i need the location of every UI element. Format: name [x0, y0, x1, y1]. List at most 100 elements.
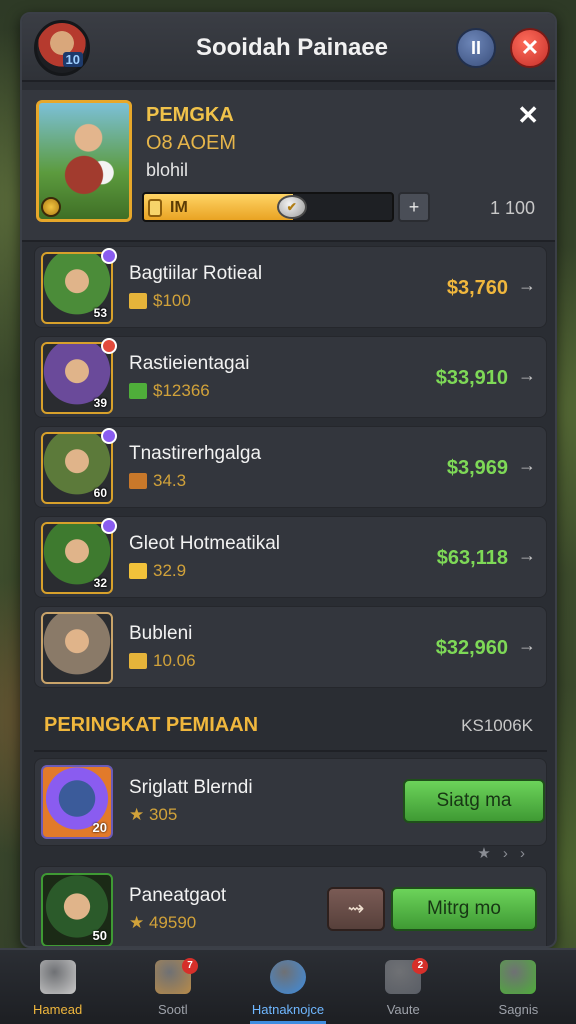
tab-sootl[interactable]: 7 Sootl — [115, 950, 230, 1024]
tab-label: Hamead — [33, 1002, 83, 1017]
bottom-tab-bar: Hamead 7 Sootl Hatnaknojce 2 Vaute Sagnis — [0, 948, 576, 1024]
ranking-thumb: 50 — [41, 873, 113, 946]
add-button[interactable]: + — [398, 192, 430, 222]
player-stat: 10.06 — [129, 651, 196, 671]
gold-bar-icon — [129, 293, 147, 309]
player-stat: 34.3 — [129, 471, 186, 491]
arrow-right-icon[interactable]: → — [518, 545, 536, 566]
player-stat-value: $100 — [153, 291, 191, 310]
player-stat-value: 34.3 — [153, 471, 187, 490]
cash-icon — [129, 383, 147, 399]
player-level: 32 — [93, 576, 107, 590]
player-level: 53 — [93, 306, 107, 320]
notification-dot-icon — [101, 248, 117, 264]
home-icon — [39, 960, 76, 994]
player-price: $3,969 — [446, 457, 508, 479]
pager-icon[interactable]: ★ › › — [477, 844, 529, 862]
progress-bar[interactable]: IM ✔ — [142, 192, 394, 222]
featured-subtitle: O8 AOEM — [146, 132, 237, 154]
player-stat-value: 10.06 — [153, 651, 196, 670]
player-name: Tnastirerhgalga — [129, 443, 262, 464]
panel-title: Sooidah Painaee — [195, 34, 389, 61]
cash-stack-icon — [500, 960, 537, 994]
tab-vaute[interactable]: 2 Vaute — [346, 950, 461, 1024]
player-stat-value: 32.9 — [153, 561, 187, 580]
arrow-right-icon[interactable]: → — [518, 275, 536, 296]
arrow-right-icon[interactable]: → — [518, 365, 536, 386]
gold-bar-icon — [129, 653, 147, 669]
player-name: Bubleni — [129, 623, 193, 644]
player-thumbnail — [41, 612, 113, 684]
player-list: 53 Bagtiilar Rotieal $100 $3,760 → 39 Rastieie… — [34, 246, 547, 696]
list-item[interactable]: Bubleni 10.06 $32,960 → — [34, 606, 547, 688]
player-stat: $12366 — [129, 381, 210, 401]
notification-dot-icon — [101, 428, 117, 444]
arrow-right-icon[interactable]: → — [518, 635, 536, 656]
tab-badge: 2 — [412, 958, 429, 974]
close-button[interactable]: ✕ — [510, 28, 550, 68]
featured-card: PEMGKA O8 AOEM blohil ✕ IM ✔ + 1 100 — [22, 90, 555, 242]
featured-portrait — [36, 100, 132, 222]
player-stat: $100 — [129, 291, 191, 311]
ranking-row[interactable]: 20 Sriglatt Blerndi ★ 305 Siatg ma — [34, 758, 547, 846]
list-item[interactable]: 39 Rastieientagai $12366 $33,910 → — [34, 336, 547, 418]
ranking-name: Sriglatt Blerndi — [129, 777, 253, 798]
player-price: $32,960 — [435, 637, 508, 659]
player-name: Rastieientagai — [129, 353, 250, 374]
ranking-name: Paneatgaot — [129, 885, 227, 906]
ranking-thumb: 20 — [41, 765, 113, 839]
player-name: Gleot Hotmeatikal — [129, 533, 281, 554]
player-name: Bagtiilar Rotieal — [129, 263, 263, 284]
ranking-action-button[interactable]: Siatg ma — [403, 779, 545, 823]
player-thumbnail: 39 — [41, 338, 117, 414]
player-avatar[interactable]: 10 — [34, 20, 90, 76]
house-icon — [129, 473, 147, 489]
ranking-section-meta: KS1006K — [461, 716, 533, 735]
divider — [34, 750, 547, 752]
list-item[interactable]: 53 Bagtiilar Rotieal $100 $3,760 → — [34, 246, 547, 328]
dismiss-icon[interactable]: ✕ — [517, 100, 539, 131]
leaderboard-panel: 10 Sooidah Painaee II ✕ PEMGKA O8 AOEM b… — [20, 12, 557, 948]
ranking-section-title: PERINGKAT PEMIAAN — [44, 714, 259, 736]
tab-label: Sagnis — [498, 1002, 539, 1017]
tab-hatnaknojce[interactable]: Hatnaknojce — [230, 950, 345, 1024]
arrow-right-icon[interactable]: → — [518, 455, 536, 476]
player-thumbnail: 60 — [41, 428, 117, 504]
featured-note: blohil — [146, 160, 189, 180]
compass-icon — [270, 960, 306, 994]
player-level: 39 — [93, 396, 107, 410]
player-price: $63,118 — [436, 547, 508, 569]
player-level: 60 — [93, 486, 107, 500]
featured-title: PEMGKA — [146, 104, 234, 126]
tab-label: Vaute — [386, 1002, 420, 1017]
player-stat-value: $12366 — [153, 381, 210, 400]
player-price: $3,760 — [446, 277, 508, 299]
progress-max-value: 1 100 — [489, 198, 535, 218]
tab-sagnis[interactable]: Sagnis — [461, 950, 576, 1024]
tab-label: Hatnaknojce — [251, 1002, 325, 1017]
progress-label: IM — [170, 199, 188, 216]
gold-bar-icon — [148, 199, 162, 217]
player-level-badge: 10 — [62, 52, 83, 67]
coin-badge-icon — [41, 197, 61, 217]
pause-button[interactable]: II — [456, 28, 496, 68]
player-thumbnail: 32 — [41, 518, 117, 594]
slider-knob[interactable]: ✔ — [276, 195, 307, 219]
player-thumbnail: 53 — [41, 248, 117, 324]
notification-dot-icon — [101, 338, 117, 354]
player-price: $33,910 — [435, 367, 508, 389]
ranking-score: ★ 305 — [129, 805, 178, 824]
ranking-row[interactable]: 50 Paneatgaot ★ 49590 ⇝ Mitrg mo — [34, 866, 547, 946]
progress-fill — [144, 194, 293, 220]
tab-badge: 7 — [182, 958, 199, 974]
list-item[interactable]: 60 Tnastirerhgalga 34.3 $3,969 → — [34, 426, 547, 508]
secondary-action-button[interactable]: ⇝ — [327, 887, 385, 931]
list-item[interactable]: 32 Gleot Hotmeatikal 32.9 $63,118 → — [34, 516, 547, 598]
ranking-level: 50 — [92, 928, 107, 943]
tab-hamead[interactable]: Hamead — [0, 950, 115, 1024]
ranking-action-button[interactable]: Mitrg mo — [391, 887, 537, 931]
tab-label: Sootl — [157, 1002, 188, 1017]
ranking-score: ★ 49590 — [129, 913, 197, 932]
star-icon — [129, 563, 147, 579]
panel-header: 10 Sooidah Painaee II ✕ — [22, 14, 555, 82]
